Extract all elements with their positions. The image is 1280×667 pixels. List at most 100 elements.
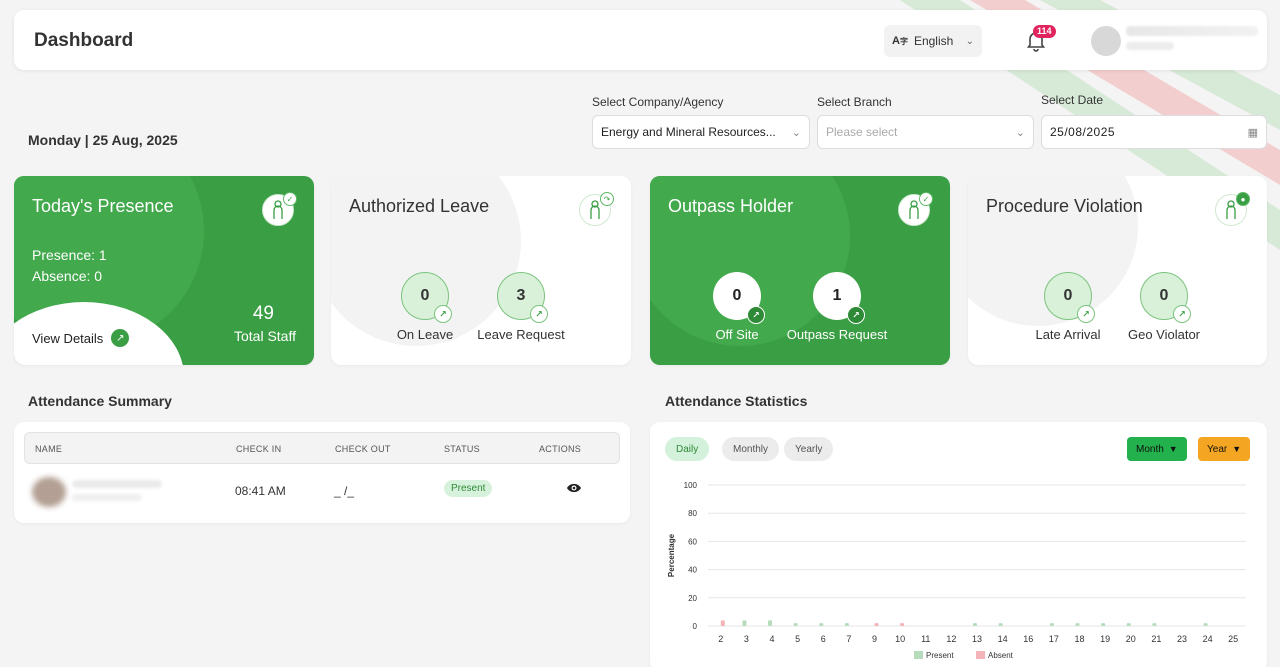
- leave-request-label: Leave Request: [477, 327, 565, 342]
- col-header-status: STATUS: [444, 444, 480, 454]
- total-staff-number: 49: [252, 303, 274, 324]
- chevron-down-icon: ⌄: [965, 35, 974, 47]
- x-tick-label: 2: [718, 634, 723, 644]
- arrow-up-right-icon: ↗: [434, 305, 452, 323]
- y-tick-label: 0: [693, 622, 698, 631]
- off-site-button[interactable]: 0 ↗: [713, 272, 765, 324]
- bar-present: [1101, 623, 1106, 626]
- bar-present: [1152, 623, 1157, 626]
- date-input[interactable]: 25/08/2025 ▦: [1041, 115, 1267, 149]
- card-outpass-holder: Outpass Holder ✓ 0 ↗ Off Site 1 ↗ Outpas…: [650, 176, 950, 365]
- bar-present: [793, 623, 798, 626]
- date-label: Select Date: [1041, 93, 1104, 107]
- person-leave-icon: ↷: [579, 192, 614, 226]
- y-tick-label: 20: [688, 594, 697, 603]
- company-value: Energy and Mineral Resources...: [601, 125, 776, 139]
- col-header-actions: ACTIONS: [539, 444, 582, 454]
- card-title: Procedure Violation: [986, 196, 1143, 216]
- x-tick-label: 14: [998, 634, 1008, 644]
- outpass-request-value: 1: [832, 287, 842, 304]
- late-arrival-value: 0: [1063, 287, 1073, 304]
- col-header-name: NAME: [35, 444, 63, 454]
- off-site-value: 0: [732, 287, 742, 304]
- x-tick-label: 7: [846, 634, 851, 644]
- x-tick-label: 9: [872, 634, 877, 644]
- attendance-statistics-panel: Daily Monthly Yearly Month ▼ Year ▼ 0 20 4…: [650, 422, 1267, 667]
- on-leave-value: 0: [420, 287, 430, 304]
- translate-icon: A字: [892, 35, 908, 47]
- card-title: Today's Presence: [32, 196, 174, 216]
- bar-present: [1203, 623, 1208, 626]
- attendance-statistics-title: Attendance Statistics: [665, 393, 808, 409]
- col-header-check-in: CHECK IN: [236, 444, 282, 454]
- x-tick-label: 5: [795, 634, 800, 644]
- off-site-label: Off Site: [715, 327, 759, 342]
- bar-present: [1126, 623, 1131, 626]
- date-value: 25/08/2025: [1050, 125, 1116, 139]
- bar-absent: [720, 620, 725, 626]
- late-arrival-button[interactable]: 0 ↗: [1044, 272, 1095, 323]
- attendance-summary-title: Attendance Summary: [28, 393, 172, 409]
- company-select[interactable]: Energy and Mineral Resources... ⌄: [592, 115, 810, 149]
- y-tick-label: 60: [688, 537, 697, 546]
- chevron-down-icon: ⌄: [1015, 126, 1025, 139]
- bar-present: [819, 623, 824, 626]
- x-tick-label: 16: [1023, 634, 1033, 644]
- x-tick-label: 3: [744, 634, 749, 644]
- chevron-down-icon: ⌄: [791, 126, 801, 139]
- attendance-summary-table: NAME CHECK IN CHECK OUT STATUS ACTIONS 0…: [14, 422, 630, 523]
- leave-request-button[interactable]: 3 ↗: [497, 272, 548, 323]
- card-title: Outpass Holder: [668, 196, 794, 216]
- check-icon: ✓: [919, 192, 933, 206]
- bar-present: [1049, 623, 1054, 626]
- bar-present: [742, 620, 747, 626]
- leave-request-value: 3: [516, 287, 526, 304]
- y-tick-label: 40: [688, 566, 697, 575]
- bar-absent: [900, 623, 905, 626]
- presence-count: Presence: 1: [32, 247, 107, 263]
- view-details-link[interactable]: View Details ↗: [32, 329, 130, 347]
- eye-icon[interactable]: [566, 482, 582, 494]
- x-tick-label: 17: [1049, 634, 1059, 644]
- x-tick-label: 24: [1203, 634, 1213, 644]
- outpass-request-label: Outpass Request: [786, 327, 888, 342]
- user-name-blurred: [1126, 26, 1258, 36]
- arrow-up-right-icon: ↗: [111, 329, 130, 347]
- outpass-request-button[interactable]: 1 ↗: [813, 272, 865, 324]
- status-badge: Present: [444, 480, 493, 497]
- avatar: [32, 477, 66, 507]
- arrow-up-right-icon: ↗: [1173, 305, 1191, 323]
- x-tick-label: 12: [946, 634, 956, 644]
- table-header: NAME CHECK IN CHECK OUT STATUS ACTIONS: [24, 432, 620, 464]
- exit-icon: ↷: [600, 192, 614, 206]
- person-check-icon: ✓: [898, 192, 933, 226]
- geo-violator-button[interactable]: 0 ↗: [1140, 272, 1191, 323]
- person-check-icon: ✓: [262, 192, 297, 226]
- arrow-up-right-icon: ↗: [747, 306, 765, 324]
- employee-name-blurred: [72, 480, 162, 488]
- x-tick-label: 11: [921, 634, 930, 644]
- arrow-up-right-icon: ↗: [530, 305, 548, 323]
- avatar[interactable]: [1091, 26, 1121, 56]
- y-axis-label: Percentage: [667, 533, 676, 577]
- alert-icon: ●: [1236, 192, 1250, 206]
- company-label: Select Company/Agency: [592, 95, 724, 109]
- x-tick-label: 18: [1074, 634, 1084, 644]
- language-selector[interactable]: A字 English ⌄: [884, 25, 982, 57]
- check-in-time: 08:41 AM: [235, 484, 286, 498]
- on-leave-button[interactable]: 0 ↗: [401, 272, 452, 323]
- x-tick-label: 19: [1100, 634, 1110, 644]
- view-details-label: View Details: [32, 330, 104, 346]
- col-header-check-out: CHECK OUT: [335, 444, 391, 454]
- arrow-up-right-icon: ↗: [847, 306, 865, 324]
- card-procedure-violation: Procedure Violation ● 0 ↗ Late Arrival 0…: [968, 176, 1267, 365]
- legend-label-absent: Absent: [988, 651, 1014, 660]
- x-tick-label: 10: [895, 634, 905, 644]
- x-tick-label: 4: [770, 634, 775, 644]
- branch-select[interactable]: Please select ⌄: [817, 115, 1034, 149]
- arrow-up-right-icon: ↗: [1077, 305, 1095, 323]
- x-tick-label: 13: [972, 634, 982, 644]
- card-authorized-leave: Authorized Leave ↷ 0 ↗ On Leave 3 ↗ Leav…: [331, 176, 631, 365]
- geo-violator-label: Geo Violator: [1127, 327, 1201, 342]
- bar-present: [973, 623, 977, 626]
